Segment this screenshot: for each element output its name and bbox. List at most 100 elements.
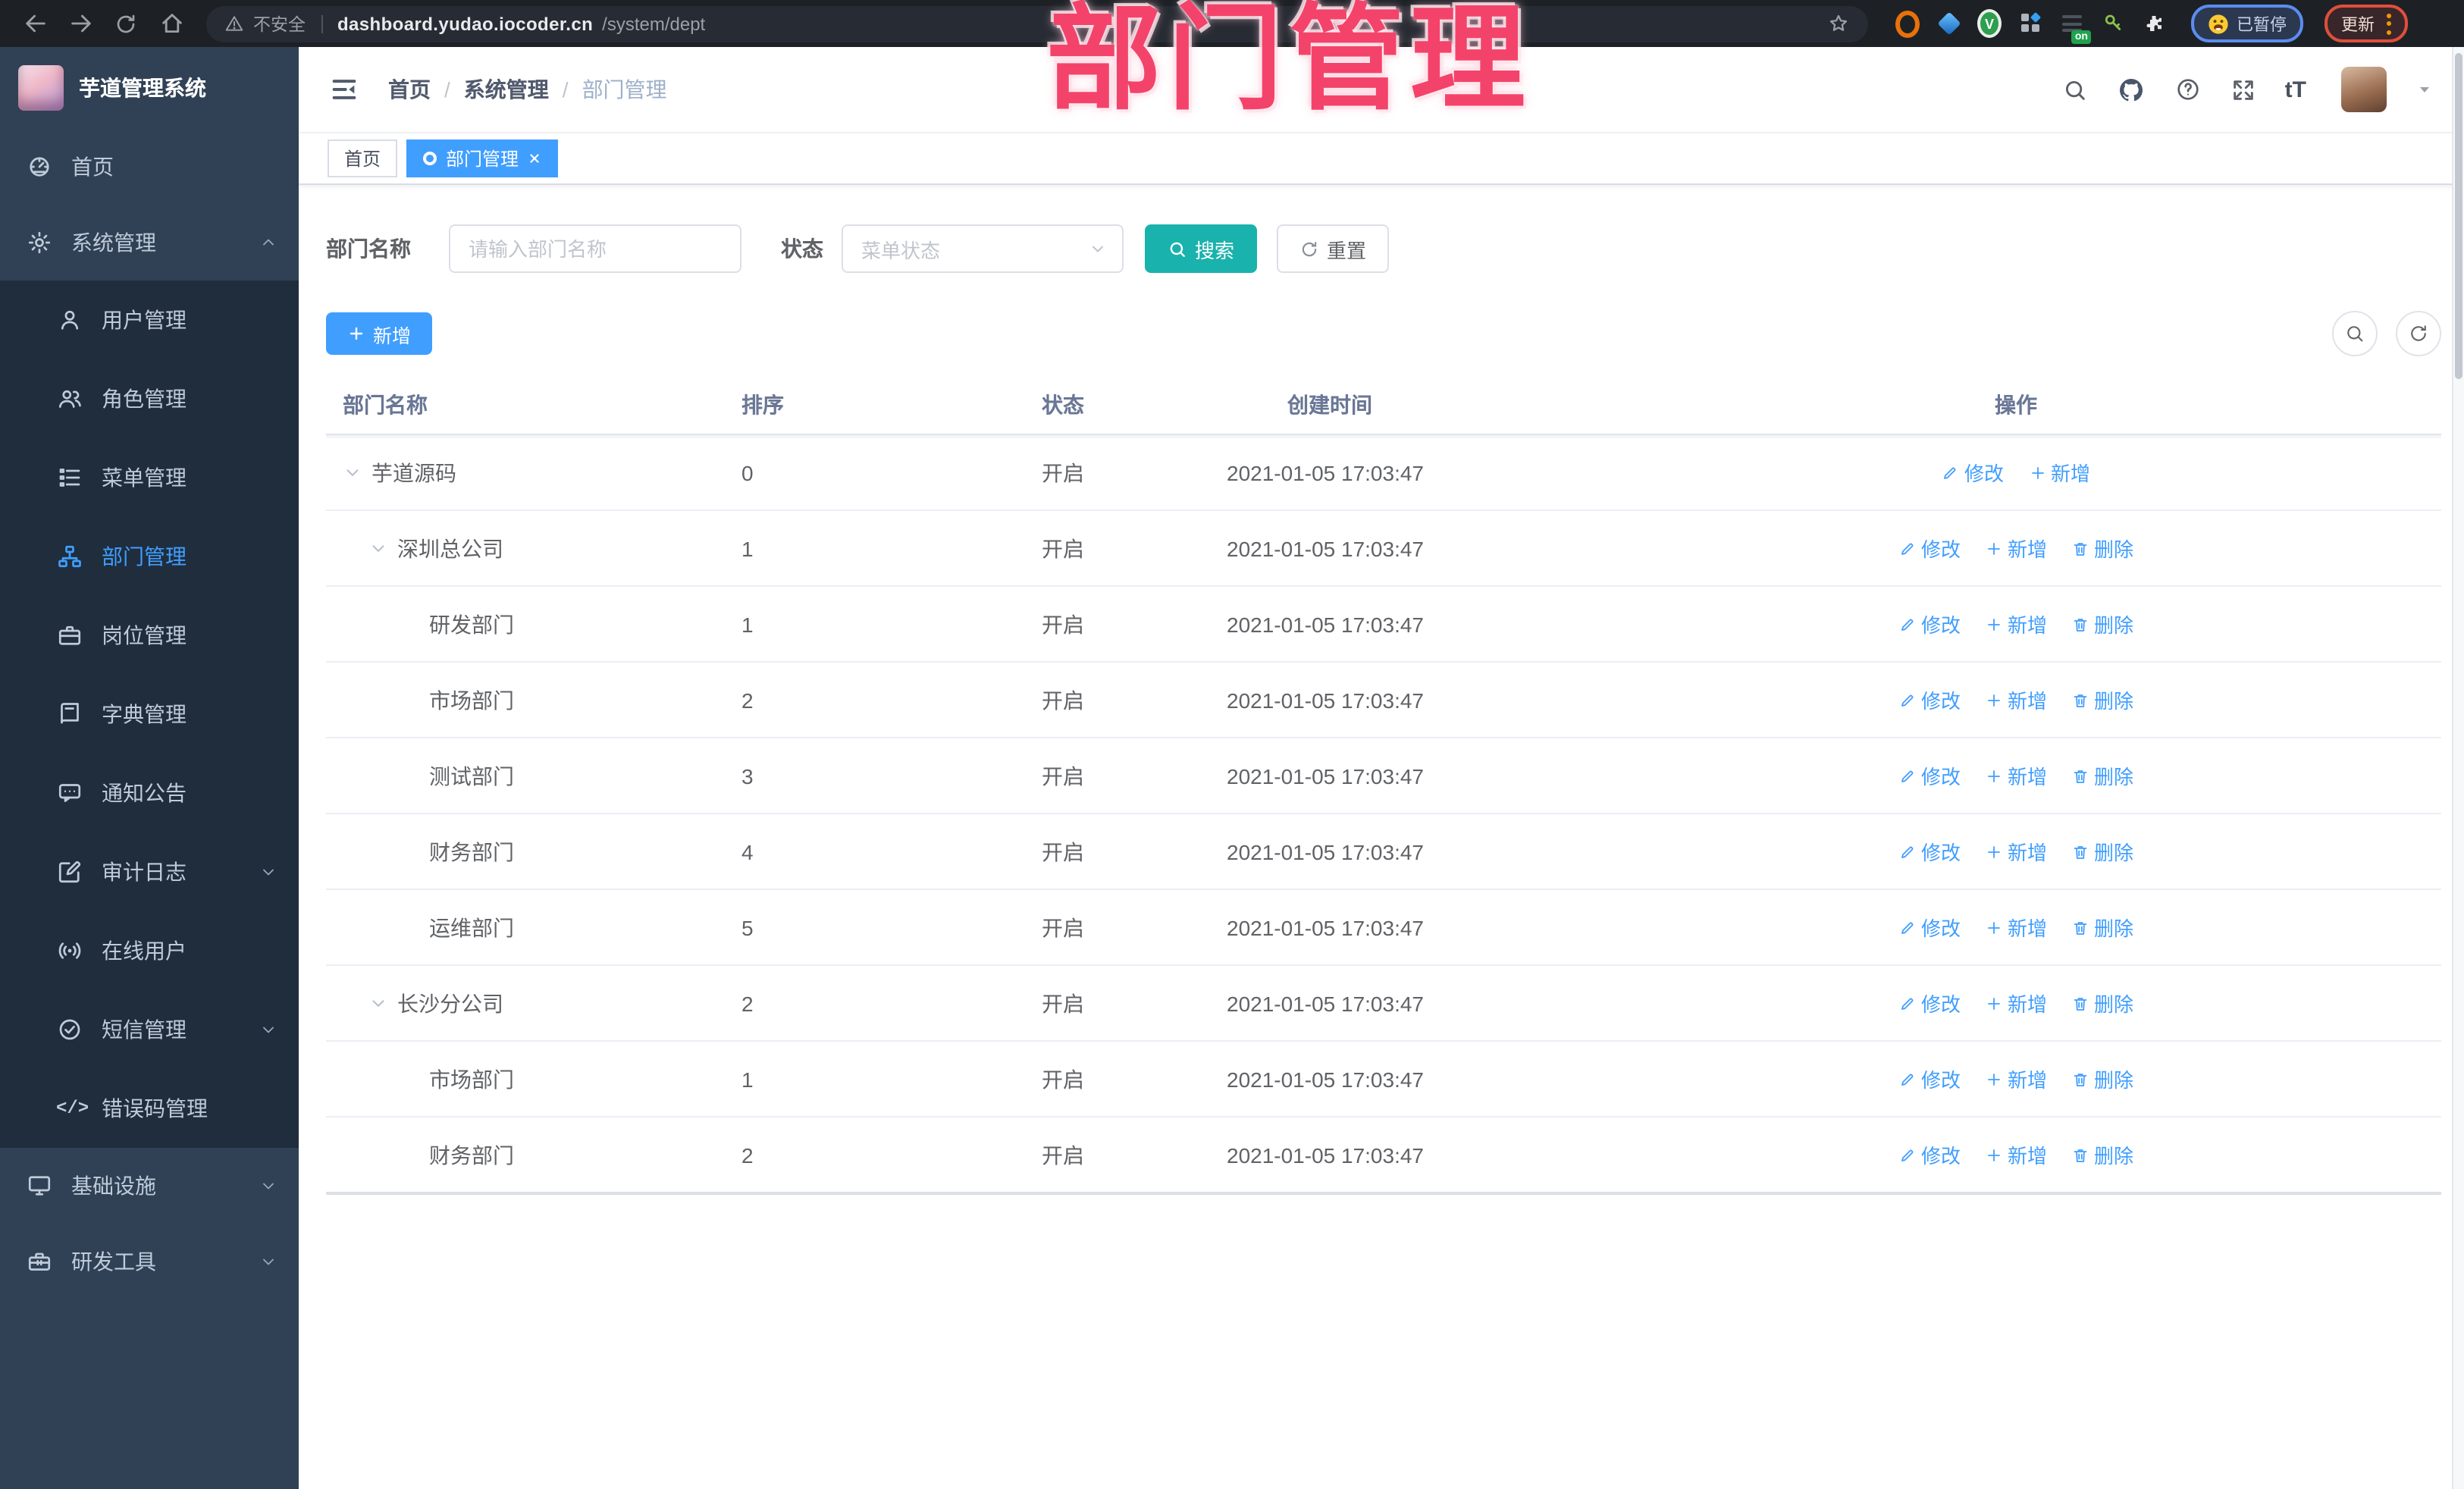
sort-cell: 1	[741, 1067, 754, 1091]
add-link[interactable]: 新增	[2028, 458, 2090, 487]
sidebar-item-dept[interactable]: 部门管理	[0, 517, 299, 596]
extension-tampermonkey-icon[interactable]: on	[2059, 11, 2091, 43]
add-link[interactable]: 新增	[1985, 1140, 2047, 1169]
delete-link[interactable]: 删除	[2071, 1064, 2133, 1093]
kebab-menu-icon[interactable]	[2387, 13, 2391, 34]
tree-expand-icon[interactable]	[368, 993, 388, 1013]
add-link[interactable]: 新增	[1985, 761, 2047, 790]
search-button-label: 搜索	[1195, 239, 1235, 262]
user-avatar[interactable]	[2341, 67, 2387, 112]
app-logo[interactable]: 芋道管理系统	[0, 47, 299, 129]
reset-button[interactable]: 重置	[1277, 224, 1390, 273]
add-link[interactable]: 新增	[1985, 1064, 2047, 1093]
extension-green-v-icon[interactable]: V	[1977, 9, 2002, 38]
tree-expand-icon[interactable]	[343, 462, 362, 482]
search-icon[interactable]	[2062, 77, 2088, 102]
url-host[interactable]: dashboard.yudao.iocoder.cn	[337, 13, 593, 34]
delete-link[interactable]: 删除	[2071, 913, 2133, 942]
sidebar-item-post[interactable]: 岗位管理	[0, 596, 299, 675]
delete-link[interactable]: 删除	[2071, 610, 2133, 638]
profile-chip[interactable]: 已暂停	[2191, 5, 2303, 42]
sidebar-item-infra[interactable]: 基础设施	[0, 1148, 299, 1224]
delete-link[interactable]: 删除	[2071, 761, 2133, 790]
sidebar-item-online[interactable]: 在线用户	[0, 911, 299, 990]
breadcrumb-separator: /	[444, 77, 450, 102]
actions-cell: 修改 新增 删除	[1591, 913, 2441, 942]
sidebar-item-user[interactable]: 用户管理	[0, 281, 299, 359]
sidebar-item-errcode[interactable]: </> 错误码管理	[0, 1069, 299, 1148]
edit-link[interactable]: 修改	[1898, 837, 1961, 866]
help-icon[interactable]	[2174, 76, 2202, 103]
extension-key-icon[interactable]	[2100, 11, 2124, 36]
tab-dept-management[interactable]: 部门管理	[406, 139, 559, 177]
fullscreen-icon[interactable]	[2230, 77, 2256, 102]
pencil-icon	[1901, 770, 1914, 782]
edit-link[interactable]: 修改	[1942, 458, 2004, 487]
search-button[interactable]: 搜索	[1145, 224, 1258, 273]
delete-link[interactable]: 删除	[2071, 685, 2133, 714]
add-link[interactable]: 新增	[1985, 685, 2047, 714]
address-bar[interactable]: 不安全 dashboard.yudao.iocoder.cn/system/de…	[206, 5, 1868, 42]
delete-link[interactable]: 删除	[2071, 989, 2133, 1017]
scrollbar[interactable]	[2452, 47, 2464, 1489]
delete-link[interactable]: 删除	[2071, 1140, 2133, 1169]
extension-blue-drop-icon[interactable]	[1936, 11, 1961, 36]
breadcrumb-home[interactable]: 首页	[388, 74, 431, 105]
edit-link[interactable]: 修改	[1898, 989, 1961, 1017]
sidebar-item-home[interactable]: 首页	[0, 129, 299, 205]
update-button[interactable]: 更新	[2324, 5, 2408, 42]
tab-close-icon[interactable]	[528, 152, 541, 165]
sidebar-item-role[interactable]: 角色管理	[0, 359, 299, 438]
sidebar-item-sms[interactable]: 短信管理	[0, 990, 299, 1069]
sidebar-item-tools[interactable]: 研发工具	[0, 1224, 299, 1299]
sidebar-item-audit[interactable]: 审计日志	[0, 832, 299, 911]
profile-label: 已暂停	[2237, 16, 2287, 34]
github-icon[interactable]	[2117, 75, 2146, 104]
code-icon: </>	[56, 1098, 89, 1119]
sidebar-item-system[interactable]: 系统管理	[0, 205, 299, 281]
add-link[interactable]: 新增	[1985, 837, 2047, 866]
sort-cell: 2	[741, 991, 754, 1015]
home-icon[interactable]	[152, 4, 191, 43]
edit-link[interactable]: 修改	[1898, 1140, 1961, 1169]
reload-icon[interactable]	[106, 4, 146, 43]
delete-link[interactable]: 删除	[2071, 837, 2133, 866]
caret-down-icon[interactable]	[2415, 80, 2434, 99]
add-link[interactable]: 新增	[1985, 989, 2047, 1017]
breadcrumb-system[interactable]: 系统管理	[464, 74, 549, 105]
bookmark-star-icon[interactable]	[1827, 12, 1850, 35]
add-link[interactable]: 新增	[1985, 913, 2047, 942]
edit-link[interactable]: 修改	[1898, 685, 1961, 714]
security-label[interactable]: 不安全	[253, 11, 306, 36]
edit-link[interactable]: 修改	[1898, 610, 1961, 638]
show-search-button[interactable]	[2332, 311, 2378, 356]
add-button[interactable]: 新增	[326, 312, 433, 355]
edit-link[interactable]: 修改	[1898, 913, 1961, 942]
tab-home[interactable]: 首页	[328, 139, 398, 177]
plus-icon	[1988, 618, 2000, 630]
status-select[interactable]: 菜单状态	[842, 224, 1124, 273]
dept-name-cell: 深圳总公司	[326, 533, 726, 563]
back-icon[interactable]	[15, 4, 55, 43]
add-link[interactable]: 新增	[1985, 534, 2047, 563]
edit-link[interactable]: 修改	[1898, 761, 1961, 790]
add-link[interactable]: 新增	[1985, 610, 2047, 638]
sidebar-item-menu[interactable]: 菜单管理	[0, 438, 299, 517]
refresh-table-button[interactable]	[2396, 311, 2441, 356]
sidebar-item-dict[interactable]: 字典管理	[0, 675, 299, 754]
scrollbar-thumb[interactable]	[2455, 53, 2462, 379]
font-size-icon[interactable]: tT	[2285, 77, 2306, 102]
delete-link[interactable]: 删除	[2071, 534, 2133, 563]
logo-avatar	[18, 65, 64, 111]
status-cell: 开启	[1042, 991, 1084, 1015]
edit-link[interactable]: 修改	[1898, 534, 1961, 563]
sidebar-item-notice[interactable]: 通知公告	[0, 754, 299, 832]
tree-expand-icon[interactable]	[368, 538, 388, 558]
edit-link[interactable]: 修改	[1898, 1064, 1961, 1093]
extension-orange-icon[interactable]	[1895, 10, 1920, 37]
extension-grid-icon[interactable]	[2018, 11, 2042, 36]
sidebar-toggle-icon[interactable]	[329, 74, 359, 105]
dept-name-input[interactable]	[449, 224, 741, 273]
forward-icon[interactable]	[61, 4, 100, 43]
extensions-puzzle-icon[interactable]	[2141, 11, 2165, 36]
